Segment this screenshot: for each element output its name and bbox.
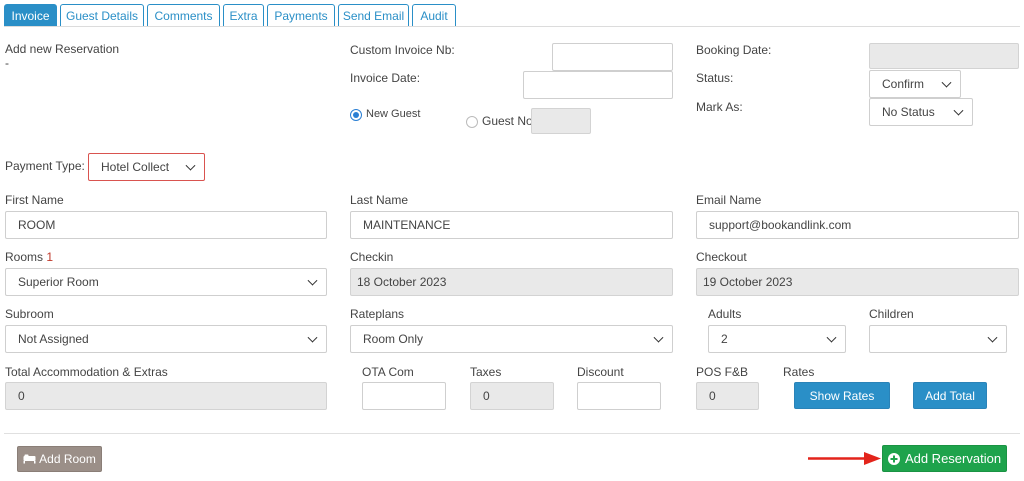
bed-icon <box>23 454 36 464</box>
guest-no-label: Guest No <box>482 114 533 128</box>
pos-fb-input[interactable]: 0 <box>696 382 759 410</box>
adults-value: 2 <box>721 332 728 346</box>
chevron-down-icon <box>653 332 664 343</box>
chevron-down-icon <box>941 77 952 88</box>
checkin-label: Checkin <box>350 250 394 264</box>
tab-send-email[interactable]: Send Email <box>338 4 409 27</box>
new-guest-radio[interactable] <box>350 109 362 121</box>
payment-type-value: Hotel Collect <box>101 160 170 174</box>
rates-label: Rates <box>783 365 815 379</box>
guest-no-input[interactable] <box>531 108 591 134</box>
add-reservation-button[interactable]: Add Reservation <box>882 445 1007 472</box>
adults-select[interactable]: 2 <box>708 325 846 353</box>
rateplans-label: Rateplans <box>350 307 405 321</box>
email-input[interactable]: support@bookandlink.com <box>696 211 1019 239</box>
tab-comments[interactable]: Comments <box>147 4 220 27</box>
total-accommodation-label: Total Accommodation & Extras <box>5 365 168 379</box>
first-name-input[interactable]: ROOM <box>5 211 327 239</box>
subroom-label: Subroom <box>5 307 54 321</box>
status-value: Confirm <box>882 77 925 91</box>
status-label: Status: <box>696 71 734 85</box>
tab-invoice[interactable]: Invoice <box>4 4 57 27</box>
last-name-input[interactable]: MAINTENANCE <box>350 211 673 239</box>
chevron-down-icon <box>826 332 837 343</box>
tab-extra[interactable]: Extra <box>223 4 264 27</box>
rateplans-select[interactable]: Room Only <box>350 325 673 353</box>
add-total-button[interactable]: Add Total <box>913 382 987 409</box>
tab-payments[interactable]: Payments <box>267 4 335 27</box>
discount-input[interactable] <box>577 382 661 410</box>
payment-type-select[interactable]: Hotel Collect <box>88 153 205 181</box>
pos-fb-label: POS F&B <box>696 365 749 379</box>
chevron-down-icon <box>185 160 196 171</box>
mark-as-value: No Status <box>882 105 935 119</box>
section-divider <box>4 433 1020 434</box>
rooms-label-text: Rooms <box>5 250 44 264</box>
taxes-label: Taxes <box>470 365 502 379</box>
tab-guest-details[interactable]: Guest Details <box>60 4 144 27</box>
chevron-down-icon <box>953 105 964 116</box>
add-reservation-label: Add Reservation <box>904 451 1002 466</box>
children-select[interactable] <box>869 325 1007 353</box>
rooms-value: Superior Room <box>18 275 99 289</box>
discount-label: Discount <box>577 365 624 379</box>
checkout-input[interactable]: 19 October 2023 <box>696 268 1019 296</box>
custom-invoice-input[interactable] <box>552 43 673 71</box>
chevron-down-icon <box>307 332 318 343</box>
rateplans-value: Room Only <box>363 332 424 346</box>
page-title: Add new Reservation <box>5 42 120 56</box>
adults-label: Adults <box>708 307 742 321</box>
total-accommodation-input[interactable]: 0 <box>5 382 327 410</box>
subroom-value: Not Assigned <box>18 332 89 346</box>
rooms-select[interactable]: Superior Room <box>5 268 327 296</box>
rooms-count: 1 <box>46 250 54 264</box>
chevron-down-icon <box>987 332 998 343</box>
red-arrow-annotation <box>808 452 881 465</box>
show-rates-button[interactable]: Show Rates <box>794 382 890 409</box>
chevron-down-icon <box>307 275 318 286</box>
invoice-date-input[interactable] <box>523 71 673 99</box>
checkout-label: Checkout <box>696 250 747 264</box>
status-select[interactable]: Confirm <box>869 70 961 98</box>
email-label: Email Name <box>696 193 762 207</box>
checkin-input[interactable]: 18 October 2023 <box>350 268 673 296</box>
mark-as-label: Mark As: <box>696 100 743 114</box>
invoice-date-label: Invoice Date: <box>350 71 421 85</box>
add-room-label: Add Room <box>39 452 96 466</box>
tab-audit[interactable]: Audit <box>412 4 456 27</box>
rooms-label: Rooms 1 <box>5 250 53 264</box>
payment-type-label: Payment Type: <box>5 159 85 173</box>
custom-invoice-label: Custom Invoice Nb: <box>350 43 455 57</box>
booking-date-label: Booking Date: <box>696 43 772 57</box>
guest-no-radio[interactable] <box>466 116 478 128</box>
booking-date-input[interactable] <box>869 43 1019 69</box>
first-name-label: First Name <box>5 193 64 207</box>
tab-divider <box>4 26 1020 27</box>
page-subtitle: - <box>5 56 9 70</box>
new-guest-label: New Guest <box>366 108 421 120</box>
children-label: Children <box>869 307 914 321</box>
mark-as-select[interactable]: No Status <box>869 98 973 126</box>
taxes-input[interactable]: 0 <box>470 382 554 410</box>
ota-com-label: OTA Com <box>362 365 414 379</box>
add-room-button[interactable]: Add Room <box>17 446 102 472</box>
plus-circle-icon <box>887 452 900 465</box>
subroom-select[interactable]: Not Assigned <box>5 325 327 353</box>
ota-com-input[interactable] <box>362 382 446 410</box>
last-name-label: Last Name <box>350 193 409 207</box>
